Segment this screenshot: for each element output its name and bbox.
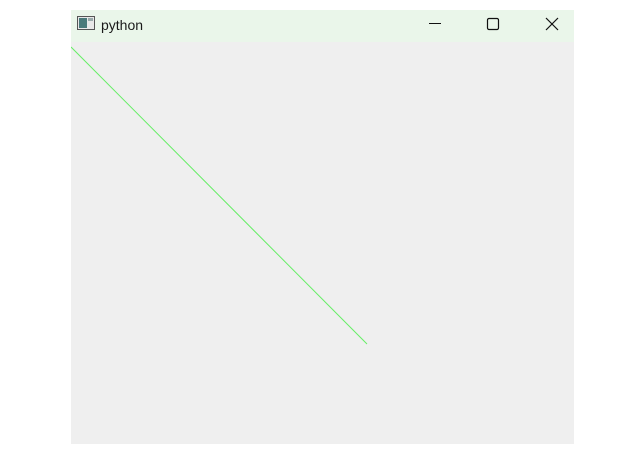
window-title: python: [101, 17, 144, 33]
canvas-svg: [70, 46, 368, 345]
close-icon: [545, 17, 559, 31]
drawing-canvas[interactable]: [70, 42, 574, 444]
diagonal-line: [70, 46, 368, 345]
minimize-button[interactable]: [412, 10, 458, 40]
maximize-button[interactable]: [469, 10, 515, 40]
maximize-icon: [486, 17, 500, 31]
app-window: python: [70, 10, 574, 444]
app-icon: [77, 16, 95, 30]
close-button[interactable]: [528, 10, 574, 40]
minimize-icon: [429, 23, 441, 24]
title-bar[interactable]: python: [71, 10, 574, 42]
